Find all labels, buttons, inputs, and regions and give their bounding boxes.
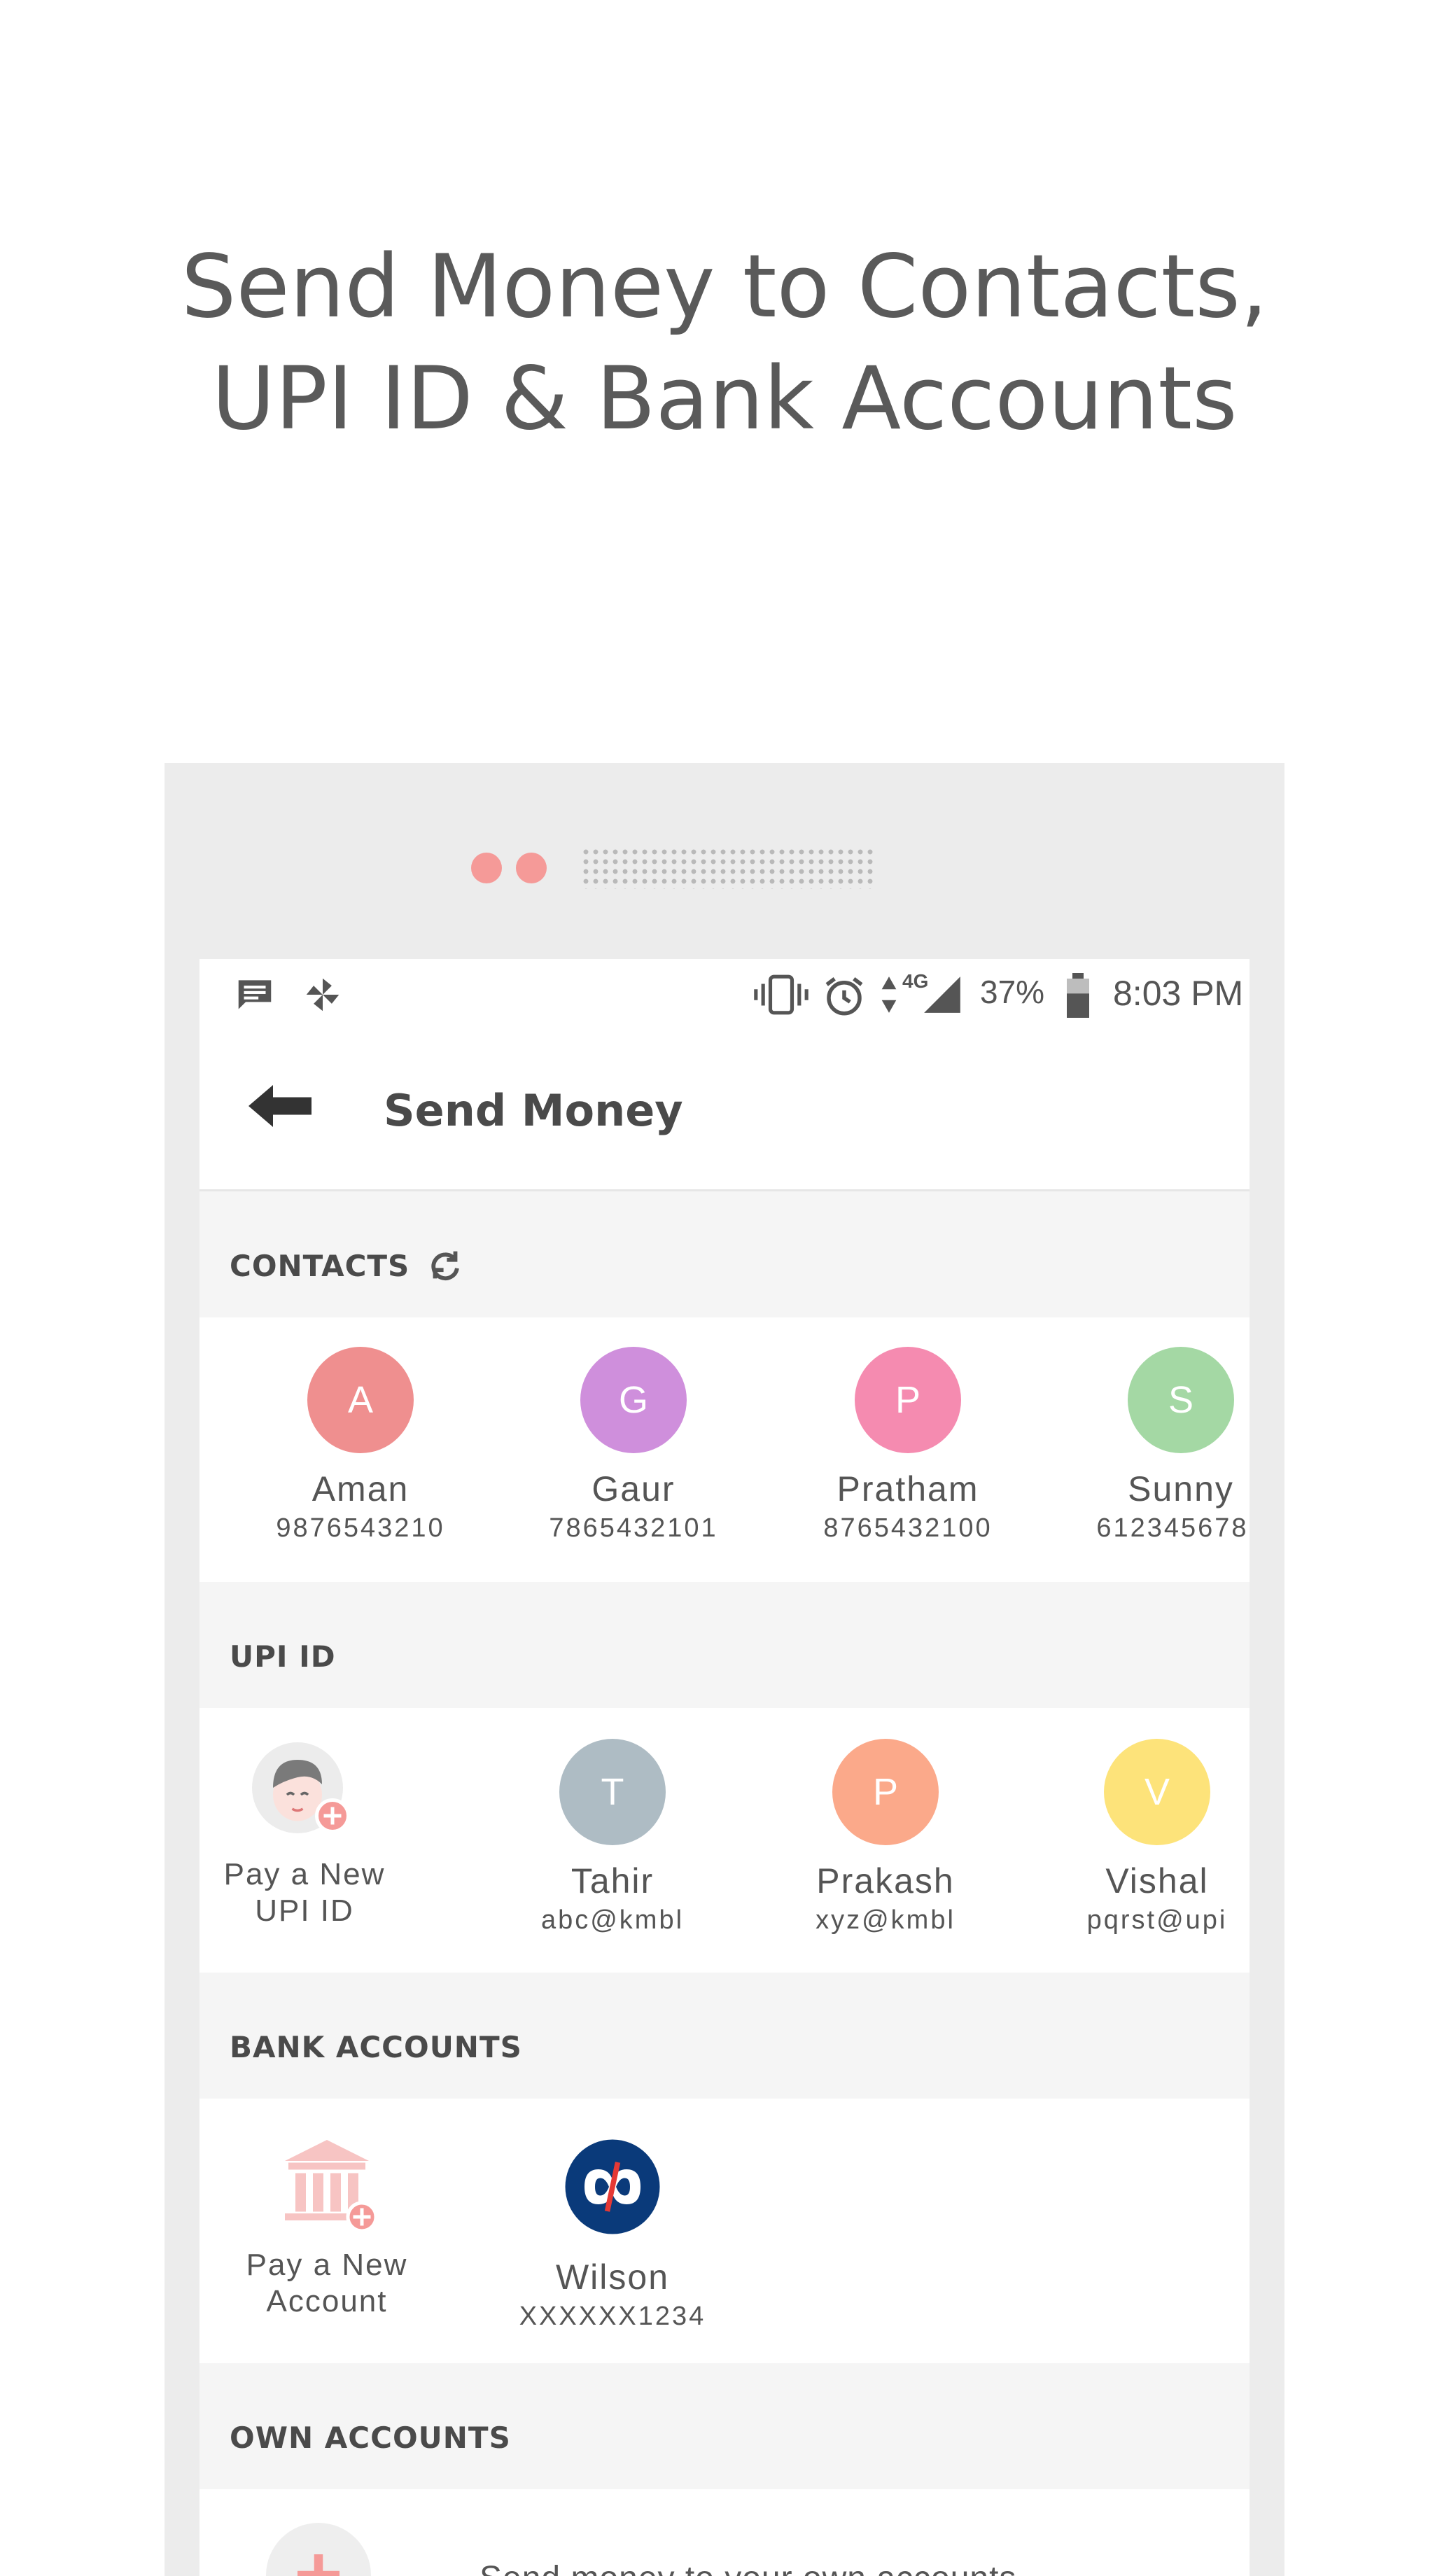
- contact-number: 8765432100: [823, 1513, 993, 1543]
- upi-name: Tahir: [570, 1861, 654, 1900]
- pay-new-account-label: Pay a New Account: [222, 2247, 432, 2320]
- bank-item[interactable]: Wilson XXXXXX1234: [507, 2138, 718, 2332]
- status-bar: 4G 37% 8:03 PM: [200, 959, 1250, 1029]
- alarm-icon: [825, 977, 863, 1016]
- contact-number: 7865432101: [549, 1513, 718, 1543]
- app-bar: Send Money: [200, 1029, 1250, 1191]
- data-arrows-icon: [881, 976, 897, 1013]
- plus-icon: [298, 2554, 340, 2576]
- contact-name: Gaur: [592, 1469, 676, 1508]
- refresh-icon[interactable]: [425, 1245, 465, 1285]
- message-icon: [238, 980, 272, 1009]
- contact-item[interactable]: A Aman 9876543210: [255, 1347, 465, 1544]
- pinwheel-icon: [306, 978, 340, 1011]
- sensor-dot: [516, 853, 547, 883]
- avatar: G: [580, 1347, 687, 1453]
- bank-account-number: XXXXXX1234: [519, 2302, 706, 2331]
- back-arrow-icon: [248, 1085, 312, 1127]
- pay-new-upi-button[interactable]: Pay a New UPI ID: [200, 1739, 410, 1929]
- avatar: P: [832, 1739, 939, 1845]
- contact-number: 9876543210: [276, 1513, 445, 1543]
- contacts-list: A Aman 9876543210 G Gaur 7865432101 P Pr…: [200, 1317, 1250, 1582]
- upi-id: abc@kmbl: [540, 1905, 685, 1935]
- page-title: Send Money: [384, 1085, 683, 1136]
- upi-list: Pay a New UPI ID T Tahir abc@kmbl P Prak…: [200, 1708, 1250, 1973]
- vibrate-icon: [754, 974, 808, 1015]
- contacts-header: CONTACTS: [230, 1249, 410, 1283]
- upi-header: UPI ID: [230, 1639, 336, 1674]
- bank-header: BANK ACCOUNTS: [230, 2030, 522, 2064]
- upi-item[interactable]: V Vishal pqrst@upi: [1052, 1739, 1250, 1935]
- signal-icon: [924, 976, 960, 1013]
- bank-payee-name: Wilson: [555, 2258, 670, 2297]
- add-bank-icon: [285, 2140, 378, 2233]
- upi-section-header: UPI ID: [200, 1582, 1250, 1708]
- camera-dot: [471, 853, 502, 883]
- own-add-button[interactable]: [266, 2523, 371, 2576]
- speaker-grille: [581, 847, 875, 889]
- contact-item[interactable]: G Gaur 7865432101: [528, 1347, 738, 1544]
- upi-id: xyz@kmbl: [816, 1905, 955, 1935]
- upi-item[interactable]: T Tahir abc@kmbl: [507, 1739, 718, 1935]
- screen: 4G 37% 8:03 PM Send Money CONTACTS A Ama…: [200, 959, 1250, 2576]
- bank-section-header: BANK ACCOUNTS: [200, 1973, 1250, 2099]
- avatar: P: [855, 1347, 961, 1453]
- pay-new-upi-line2: UPI ID: [255, 1893, 354, 1928]
- own-header: OWN ACCOUNTS: [230, 2421, 511, 2455]
- headline-line-1: Send Money to Contacts,: [181, 237, 1268, 337]
- avatar: A: [307, 1347, 414, 1453]
- pay-new-upi-label: Pay a New UPI ID: [200, 1856, 410, 1929]
- pay-new-account-line1: Pay a New: [246, 2248, 408, 2282]
- kotak-logo-icon: [565, 2139, 660, 2234]
- battery-percent: 37%: [980, 974, 1045, 1010]
- add-person-icon: [252, 1742, 350, 1833]
- phone-frame: 4G 37% 8:03 PM Send Money CONTACTS A Ama…: [164, 763, 1284, 2576]
- avatar: S: [1128, 1347, 1234, 1453]
- pay-new-account-button[interactable]: Pay a New Account: [222, 2129, 432, 2320]
- headline: Send Money to Contacts, UPI ID & Bank Ac…: [0, 231, 1449, 455]
- contacts-section-header: CONTACTS: [200, 1191, 1250, 1317]
- avatar: V: [1104, 1739, 1210, 1845]
- upi-item[interactable]: P Prakash xyz@kmbl: [780, 1739, 990, 1935]
- back-button[interactable]: [241, 1071, 318, 1141]
- contact-item[interactable]: P Pratham 8765432100: [803, 1347, 1013, 1544]
- pay-new-account-line2: Account: [266, 2284, 388, 2318]
- contact-item[interactable]: S Sunny 6123456789: [1076, 1347, 1250, 1544]
- upi-name: Prakash: [816, 1861, 955, 1900]
- clock: 8:03 PM: [1113, 974, 1244, 1013]
- contact-name: Sunny: [1128, 1469, 1234, 1508]
- bank-list: Pay a New Account Wilson XXXXXX1234: [200, 2099, 1250, 2363]
- headline-line-2: UPI ID & Bank Accounts: [211, 349, 1238, 449]
- contact-name: Pratham: [836, 1469, 979, 1508]
- own-accounts-text: Send money to your own accounts: [479, 2559, 1016, 2576]
- upi-id: pqrst@upi: [1086, 1905, 1228, 1935]
- avatar: T: [559, 1739, 666, 1845]
- contact-name: Aman: [312, 1469, 410, 1508]
- pay-new-upi-line1: Pay a New: [223, 1857, 386, 1891]
- contact-number: 6123456789: [1096, 1513, 1250, 1543]
- battery-icon: [1067, 973, 1089, 1018]
- own-accounts-row[interactable]: Send money to your own accounts: [200, 2489, 1250, 2576]
- own-section-header: OWN ACCOUNTS: [200, 2363, 1250, 2489]
- upi-name: Vishal: [1105, 1861, 1209, 1900]
